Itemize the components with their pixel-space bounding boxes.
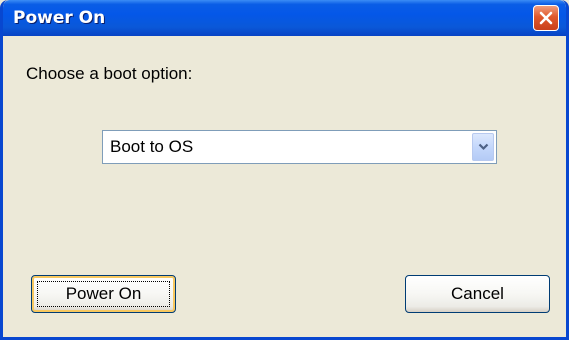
boot-option-label: Choose a boot option: [26,64,193,83]
boot-option-selected-value: Boot to OS [110,137,194,156]
title-bar[interactable]: Power On [3,0,566,36]
cancel-button[interactable]: Cancel [405,275,550,313]
window-title: Power On [13,8,106,28]
close-button[interactable] [533,5,559,31]
close-icon [539,11,553,25]
focus-indicator [37,281,170,307]
chevron-down-icon [478,143,489,151]
boot-option-select[interactable]: Boot to OS [102,130,497,164]
dropdown-button[interactable] [472,133,494,161]
power-on-button[interactable]: Power On [31,275,176,313]
cancel-button-label: Cancel [451,284,504,303]
